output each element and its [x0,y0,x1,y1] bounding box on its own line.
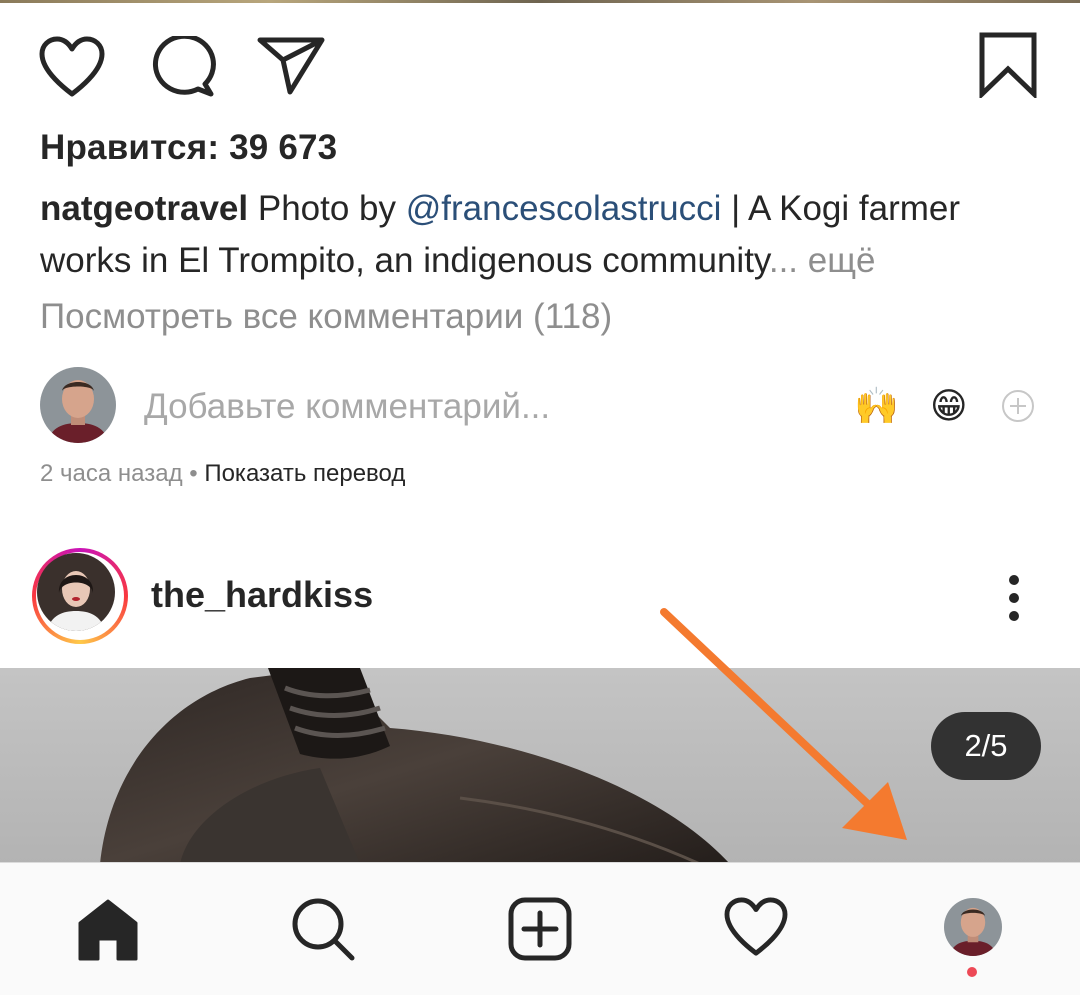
add-emoji-button[interactable] [1000,388,1036,429]
carousel-counter: 2/5 [931,712,1041,780]
share-button[interactable] [256,36,326,96]
nav-activity-button[interactable] [686,863,826,995]
emoji-grin-button[interactable]: 😁 [930,382,968,430]
paper-plane-icon [257,37,325,95]
caption-username[interactable]: natgeotravel [40,189,248,228]
heart-outline-icon [39,36,105,97]
bookmark-icon [979,32,1037,98]
activity-heart-icon [724,897,788,956]
nav-profile-button[interactable] [944,898,1002,956]
new-post-icon [508,897,572,961]
story-avatar[interactable] [32,548,128,644]
show-translation-link[interactable]: Показать перевод [204,460,405,487]
nav-search-button[interactable] [253,863,393,995]
caption-ellipsis: ... [768,241,799,280]
avatar [40,367,116,443]
view-all-comments-link[interactable]: Посмотреть все комментарии (118) [40,297,612,337]
notification-dot [967,967,977,977]
post-meta: 2 часа назад • Показать перевод [40,460,405,488]
comment-input[interactable] [144,382,664,432]
previous-photo-edge [0,0,1080,3]
post-photo[interactable] [0,668,1080,864]
bottom-navigation [0,862,1080,995]
profile-avatar [944,898,1002,956]
nav-home-button[interactable] [38,863,178,995]
likes-count[interactable]: Нравится: 39 673 [40,128,337,168]
emoji-raising-hands-button[interactable]: 🙌 [854,382,899,430]
nav-new-post-button[interactable] [470,863,610,995]
post-caption: natgeotravel Photo by @francescolastrucc… [40,183,1050,287]
caption-text: Photo by [248,189,406,228]
post-username[interactable]: the_hardkiss [151,574,373,616]
meta-separator: • [182,460,205,487]
caption-mention-link[interactable]: @francescolastrucci [406,189,722,228]
comment-button[interactable] [150,36,216,98]
post-timestamp: 2 часа назад [40,460,183,487]
more-link[interactable]: ещё [798,241,876,280]
search-icon [292,898,355,961]
kebab-menu-icon [1009,575,1019,621]
home-icon [78,899,138,961]
save-button[interactable] [978,32,1038,98]
post-options-button[interactable] [1000,574,1028,624]
plus-circle-icon [1002,390,1034,422]
speech-bubble-icon [153,36,216,97]
like-button[interactable] [38,36,106,98]
